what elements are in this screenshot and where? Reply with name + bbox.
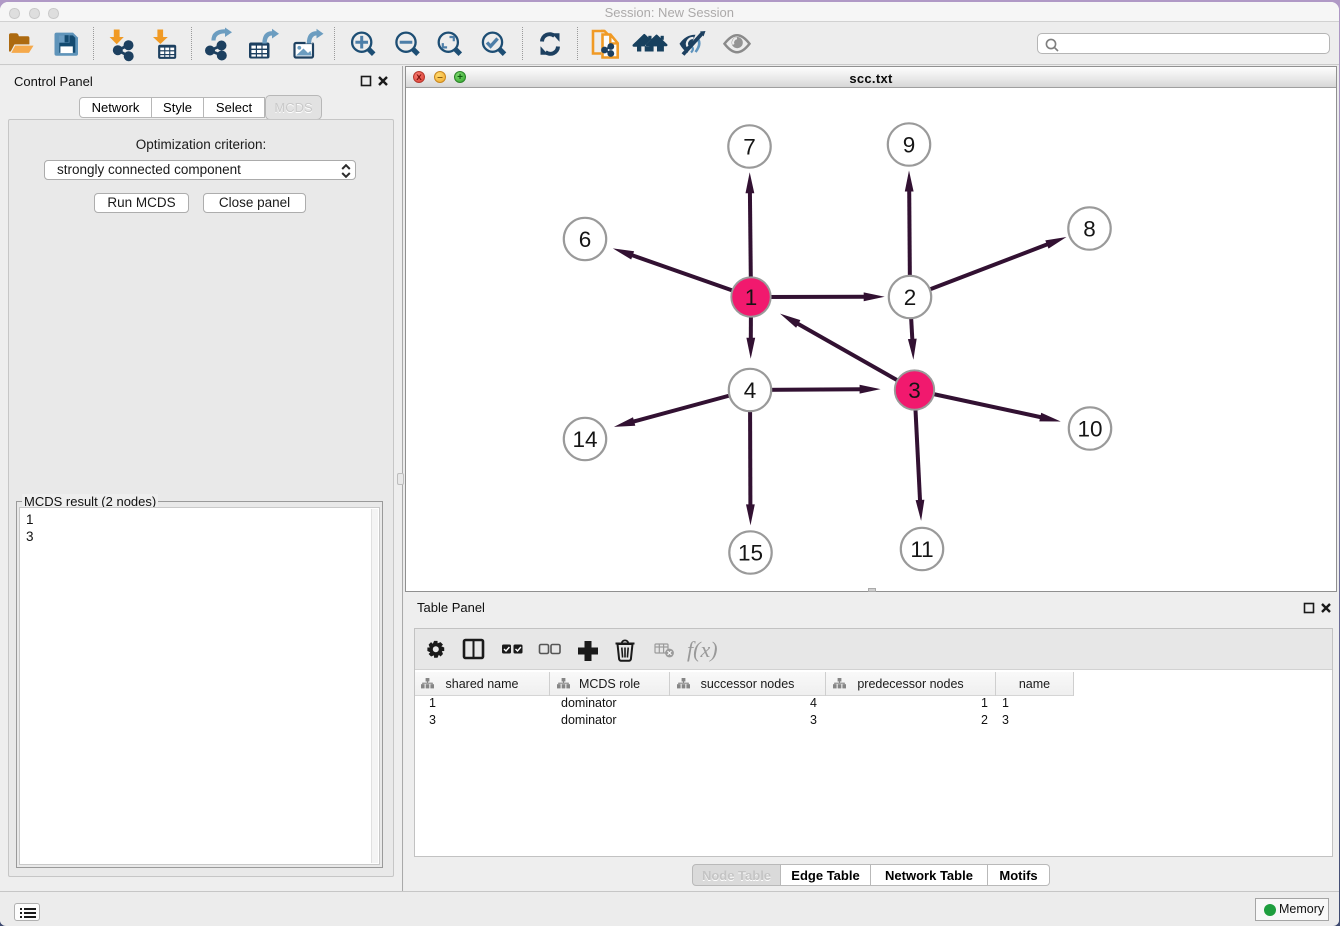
svg-text:7: 7	[743, 134, 756, 159]
svg-text:10: 10	[1077, 416, 1102, 441]
svg-text:6: 6	[579, 227, 592, 252]
svg-text:15: 15	[738, 540, 763, 565]
svg-text:3: 3	[908, 378, 921, 403]
svg-text:9: 9	[903, 132, 916, 157]
svg-text:11: 11	[910, 537, 933, 562]
svg-text:8: 8	[1083, 216, 1096, 241]
svg-text:14: 14	[572, 427, 597, 452]
svg-text:1: 1	[745, 285, 758, 310]
svg-text:f(x): f(x)	[687, 637, 718, 662]
svg-text:4: 4	[744, 378, 757, 403]
svg-text:2: 2	[904, 285, 917, 310]
